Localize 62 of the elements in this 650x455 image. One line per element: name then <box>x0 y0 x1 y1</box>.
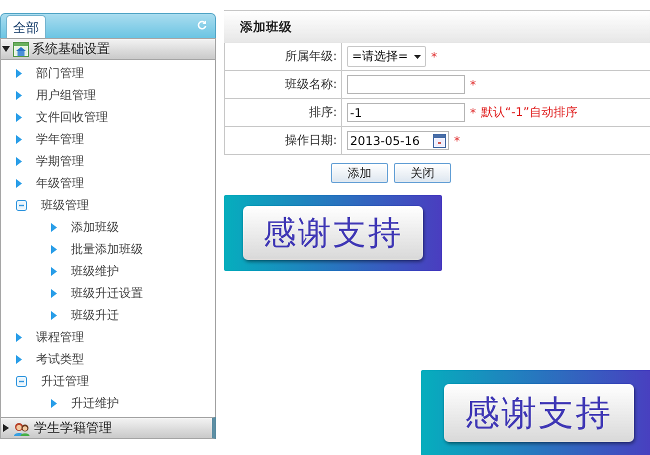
tree-item[interactable]: 班级升迁 <box>71 306 119 324</box>
tree-item[interactable]: 添加班级 <box>71 218 119 236</box>
tab[interactable]: 全部 <box>6 15 46 38</box>
grade-select[interactable]: =请选择= <box>347 46 426 67</box>
banner-text: 感谢支持 <box>444 384 634 442</box>
form-button[interactable]: 关闭 <box>394 163 451 183</box>
group-header[interactable]: 系统基础设置 <box>0 38 216 60</box>
dropdown-caret-icon <box>414 54 422 58</box>
triangle-icon[interactable] <box>16 156 22 166</box>
triangle-icon[interactable] <box>51 244 57 254</box>
text-field[interactable]: -1 <box>347 103 465 122</box>
tree-item[interactable]: 年级管理 <box>36 174 84 192</box>
banner-text: 感谢支持 <box>243 206 423 260</box>
tree-item[interactable]: 批量添加班级 <box>71 240 143 258</box>
tree-item[interactable]: 升迁维护 <box>71 394 119 412</box>
triangle-icon[interactable] <box>16 134 22 144</box>
collapse-icon[interactable] <box>16 200 27 210</box>
triangle-icon[interactable] <box>16 354 22 364</box>
field-label: 操作日期: <box>284 132 337 149</box>
triangle-icon[interactable] <box>16 112 22 122</box>
form-title: 添加班级 <box>224 10 650 43</box>
tree-item[interactable]: 用户组管理 <box>36 86 96 104</box>
hint-text: 默认“-1”自动排序 <box>481 104 578 121</box>
tree-item[interactable]: 课程管理 <box>36 328 84 346</box>
required-mark: * <box>470 106 476 120</box>
form-button[interactable]: 添加 <box>331 163 388 183</box>
field-label: 排序: <box>308 104 337 121</box>
tree-item[interactable]: 学期管理 <box>36 152 84 170</box>
house-icon <box>13 42 29 56</box>
tree-item[interactable]: 班级升迁设置 <box>71 284 143 302</box>
triangle-icon[interactable] <box>16 178 22 188</box>
required-mark: * <box>454 134 460 148</box>
triangle-icon[interactable] <box>16 68 22 78</box>
caret-down-icon[interactable] <box>2 45 10 53</box>
group-title: 学生学籍管理 <box>34 420 112 437</box>
field-label: 所属年级: <box>284 48 337 65</box>
tree-item[interactable]: 部门管理 <box>36 64 84 82</box>
tree-item[interactable]: 班级管理 <box>41 196 89 214</box>
required-mark: * <box>470 78 476 92</box>
tree-item[interactable]: 班级维护 <box>71 262 119 280</box>
triangle-icon[interactable] <box>16 90 22 100</box>
triangle-icon[interactable] <box>16 332 22 342</box>
triangle-icon[interactable] <box>51 288 57 298</box>
collapse-icon[interactable] <box>16 376 27 386</box>
group-header[interactable]: 学生学籍管理 <box>0 417 216 439</box>
triangle-icon[interactable] <box>51 222 57 232</box>
refresh-icon[interactable] <box>197 20 207 30</box>
date-field[interactable]: 2013-05-16 <box>347 131 449 150</box>
tree-item[interactable]: 学年管理 <box>36 130 84 148</box>
triangle-icon[interactable] <box>51 266 57 276</box>
field-label: 班级名称: <box>284 76 337 93</box>
tree-item[interactable]: 升迁管理 <box>41 372 89 390</box>
triangle-icon[interactable] <box>51 310 57 320</box>
caret-right-icon[interactable] <box>2 424 10 432</box>
calendar-icon[interactable] <box>433 134 446 148</box>
group-title: 系统基础设置 <box>32 41 110 58</box>
required-mark: * <box>431 50 438 64</box>
tree-item[interactable]: 文件回收管理 <box>36 108 108 126</box>
triangle-icon[interactable] <box>51 398 57 408</box>
users-icon <box>13 420 31 436</box>
tree-item[interactable]: 考试类型 <box>36 350 84 368</box>
text-field[interactable] <box>347 75 465 94</box>
